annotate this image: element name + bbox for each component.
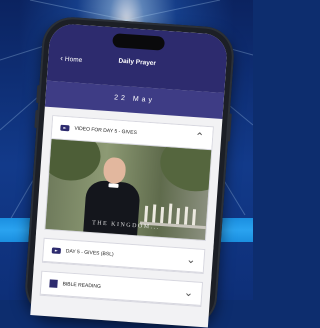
- play-icon: [51, 247, 62, 255]
- chevron-down-icon[interactable]: ⌄: [184, 286, 194, 299]
- bsl-section-label: DAY 5 - GIVES (BSL): [65, 248, 114, 258]
- video-section: VIDEO FOR DAY 5 - GIVES ⌃ THE KINGDOM...: [44, 115, 214, 242]
- background-foliage: [45, 139, 103, 183]
- chevron-up-icon[interactable]: ⌃: [195, 131, 205, 144]
- play-icon: [60, 124, 70, 132]
- speaker-head: [102, 156, 127, 185]
- video-player[interactable]: THE KINGDOM...: [45, 139, 212, 241]
- bible-section-label: BIBLE READING: [62, 281, 101, 290]
- book-icon: [49, 279, 58, 288]
- volume-button: [34, 109, 39, 129]
- video-section-label: VIDEO FOR DAY 5 - GIVES: [74, 125, 138, 137]
- app-header: ‹Home Daily Prayer: [46, 22, 229, 94]
- phone-mockup: ‹Home Daily Prayer 22 May VIDEO FOR DAY …: [23, 15, 236, 328]
- chevron-down-icon[interactable]: ⌄: [186, 253, 196, 266]
- speaker-figure: [82, 179, 141, 241]
- app-screen: ‹Home Daily Prayer 22 May VIDEO FOR DAY …: [30, 22, 229, 328]
- clerical-collar: [108, 183, 119, 188]
- volume-button: [36, 84, 41, 104]
